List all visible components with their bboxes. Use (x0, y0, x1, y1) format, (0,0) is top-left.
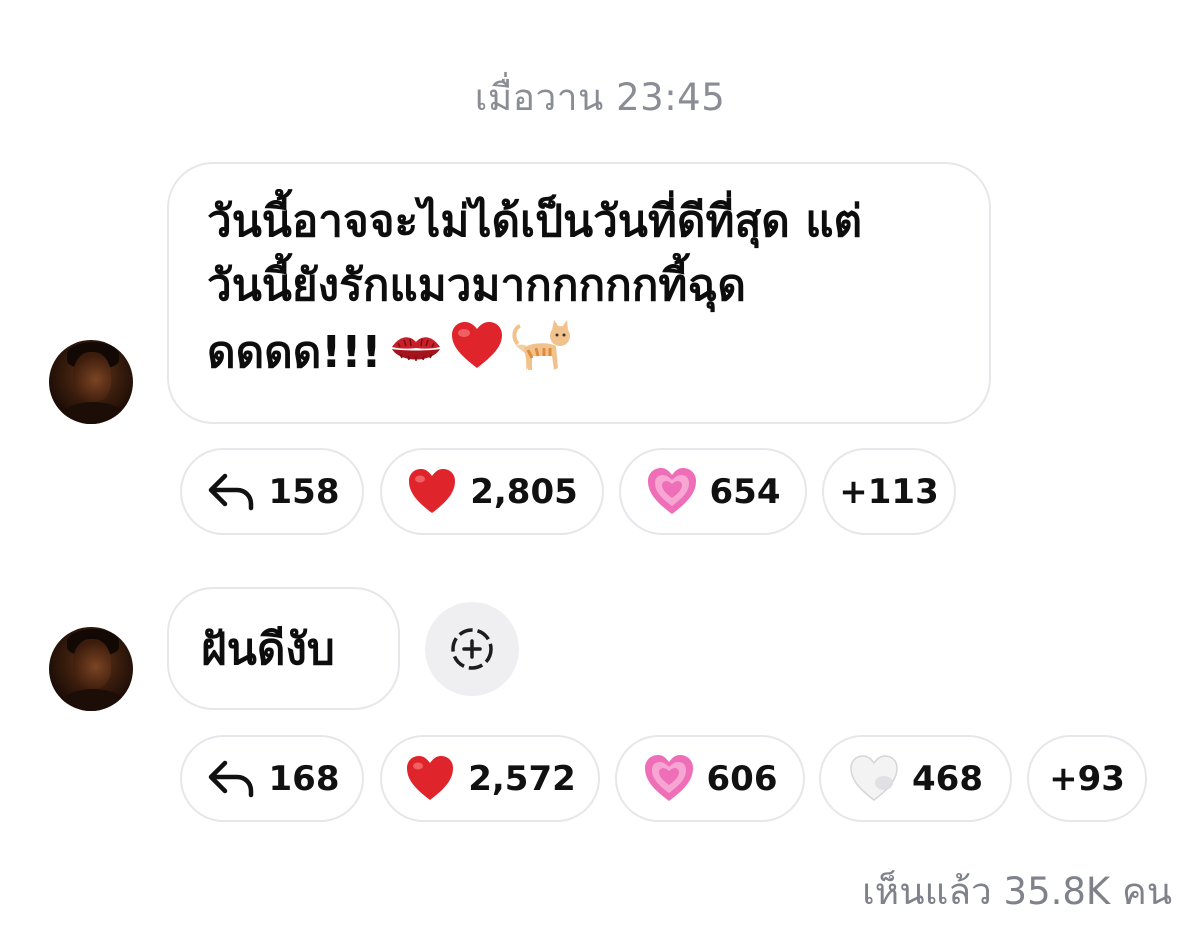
reaction-growing-heart-button[interactable]: 654 (619, 448, 807, 535)
reaction-count: 606 (706, 758, 778, 799)
message-text-line: วันนี้ยังรักแมวมากกกกกที้ฉุด (207, 260, 746, 311)
sender-avatar[interactable] (49, 627, 133, 711)
more-reactions-count: +113 (839, 471, 939, 512)
red-heart-icon (450, 321, 504, 389)
reply-count: 168 (268, 758, 340, 799)
more-reactions-button[interactable]: +113 (822, 448, 956, 535)
reply-arrow-icon (205, 466, 257, 518)
message-text-line: ดดดด!!! (207, 318, 965, 392)
red-heart-icon (404, 753, 456, 805)
message-bubble[interactable]: ฝันดีงับ (167, 587, 400, 710)
reaction-count: 2,805 (470, 471, 578, 512)
reaction-red-heart-button[interactable]: 2,572 (380, 735, 600, 822)
message-text-line: ฝันดีงับ (201, 624, 335, 675)
reply-count: 158 (268, 471, 340, 512)
white-heart-icon (848, 753, 900, 805)
sender-avatar[interactable] (49, 340, 133, 424)
message-timestamp: เมื่อวาน 23:45 (474, 76, 726, 119)
cat-icon (510, 318, 572, 392)
reply-arrow-icon (205, 753, 257, 805)
reaction-count: 468 (912, 758, 983, 799)
add-reaction-icon (451, 628, 493, 670)
message-bubble[interactable]: วันนี้อาจจะไม่ได้เป็นวันที่ดีที่สุด แต่ … (167, 162, 991, 424)
reaction-white-heart-button[interactable]: 468 (819, 735, 1012, 822)
reaction-count: 2,572 (468, 758, 576, 799)
red-heart-icon (406, 466, 458, 518)
growing-heart-icon (646, 466, 698, 518)
reply-count-button[interactable]: 168 (180, 735, 364, 822)
growing-heart-icon (643, 753, 695, 805)
reaction-count: 654 (709, 471, 781, 512)
message-text-line: วันนี้อาจจะไม่ได้เป็นวันที่ดีที่สุด แต่ (207, 196, 863, 247)
reaction-red-heart-button[interactable]: 2,805 (380, 448, 604, 535)
kiss-mark-icon (388, 323, 444, 387)
seen-count: เห็นแล้ว 35.8K คน (862, 870, 1172, 913)
more-reactions-button[interactable]: +93 (1027, 735, 1147, 822)
reaction-growing-heart-button[interactable]: 606 (615, 735, 805, 822)
more-reactions-count: +93 (1049, 758, 1125, 799)
add-reaction-button[interactable] (425, 602, 519, 696)
reply-count-button[interactable]: 158 (180, 448, 364, 535)
